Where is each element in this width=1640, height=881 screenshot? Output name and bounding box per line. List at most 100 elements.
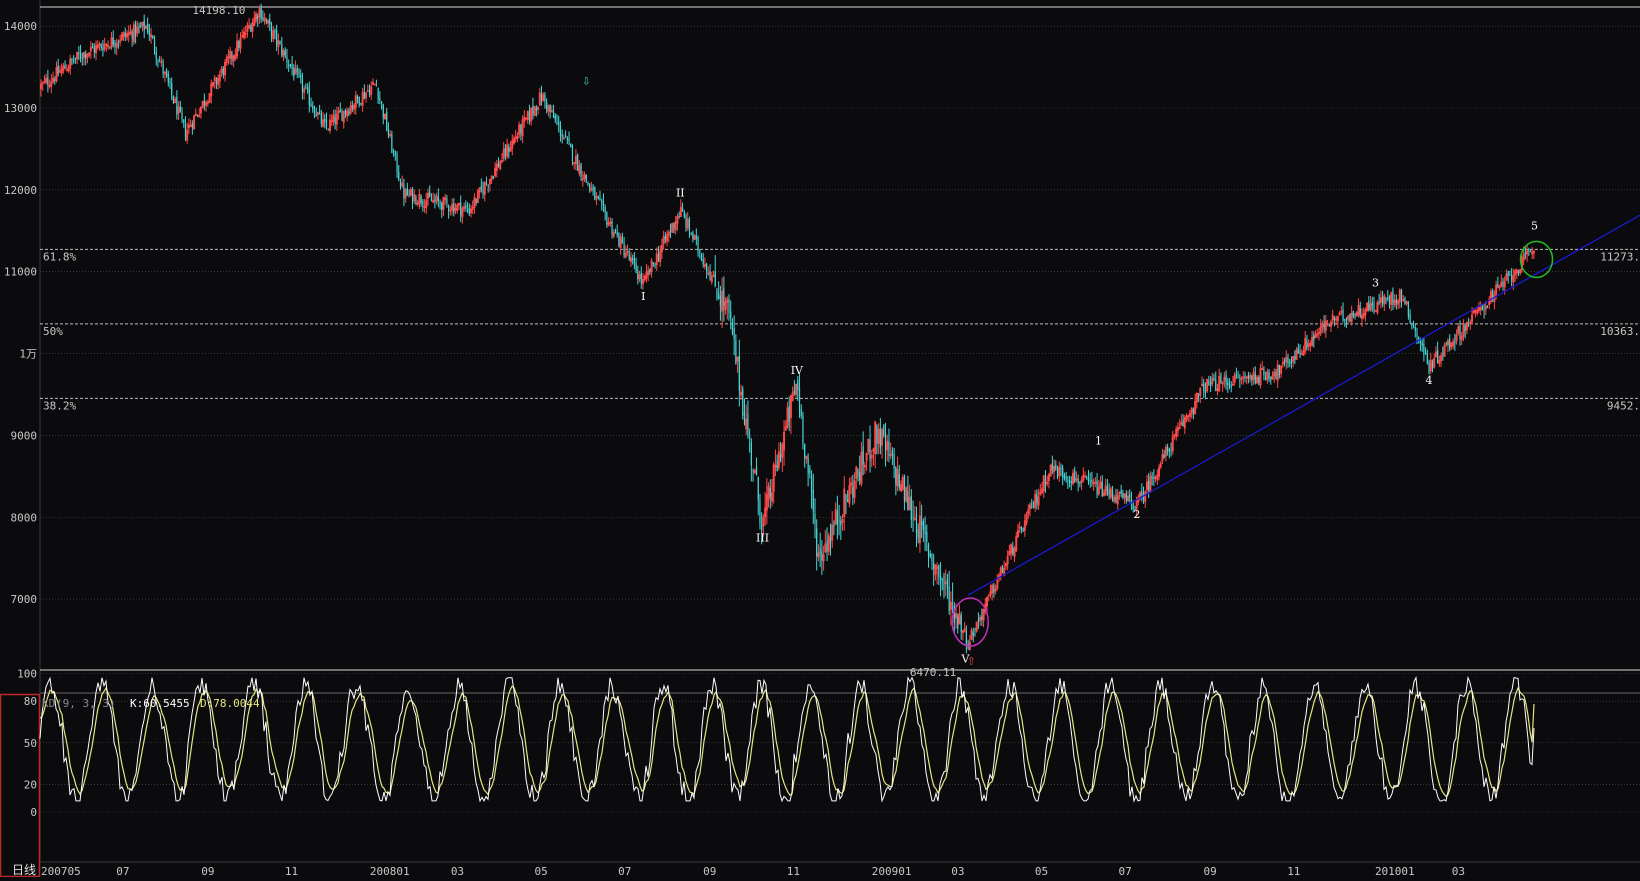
period-tab[interactable]: 日线 [12,863,36,877]
wave-label: II [676,186,685,199]
candle-body-down [382,104,384,118]
candle-body-down [1299,351,1301,356]
candle-body-down [165,70,168,77]
candle-body-down [1031,503,1033,505]
candle-body-down [1289,362,1291,364]
candle-body-down [73,60,75,62]
candle-body-down [1120,490,1122,494]
candle-body-down [528,112,531,121]
candle-body-down [633,257,635,264]
date-tick-label: 03 [1452,865,1465,877]
candle-body-down [699,251,701,253]
candle-body-down [1354,313,1356,317]
candle-body-down [339,109,341,113]
candle-body-down [131,32,133,40]
date-tick-label: 03 [951,865,964,877]
candle-body-down [487,185,489,187]
candle-body-down [497,162,500,168]
candle-body-down [415,196,417,204]
candle-body-down [1101,481,1103,497]
candle-body-down [876,424,878,444]
wave-label: 1 [1095,435,1102,448]
fib-level-value: 11273. [1600,250,1640,263]
candle-body-down [654,264,656,267]
candle-body-down [678,215,680,217]
candle-body-down [879,429,881,448]
candle-body-down [231,51,233,59]
candle-body-down [135,22,137,36]
candle-body-down [422,200,424,205]
candle-body-down [396,154,398,173]
candle-body-down [738,356,740,391]
candle-body-down [1421,342,1423,346]
candle-body-down [1306,340,1308,349]
candle-body-down [85,53,87,59]
candle-body-down [1215,379,1217,392]
candle-body-down [943,575,945,589]
candle-body-down [826,541,828,553]
candle-body-down [1275,372,1277,379]
candle-body-down [181,112,183,120]
candle-body-down [700,254,703,261]
candle-body-down [1108,490,1110,495]
candle-body-down [453,203,455,213]
candle-body-down [408,194,410,196]
fib-level-percent: 61.8% [43,250,76,263]
candle-body-down [368,91,371,96]
candle-body-down [706,263,708,272]
kd-tick-label: 20 [24,778,37,791]
candle-body-down [289,64,291,66]
candle-body-down [312,106,314,110]
candle-body-down [688,218,691,232]
candle-body-down [1153,476,1155,479]
candle-body-down [747,413,749,437]
candle-body-down [540,93,543,100]
candle-body-down [859,472,861,481]
candle-body-down [485,182,488,184]
candle-body-down [351,105,353,108]
candle-body-down [1468,324,1470,326]
candle-body-down [1497,283,1499,287]
candle-body-down [1258,377,1260,383]
candle-body-down [903,476,906,502]
candle-body-down [475,198,477,203]
candle-body-down [812,490,814,512]
candle-body-down [695,236,697,239]
candle-body-down [807,458,809,474]
candle-body-down [71,58,73,61]
candle-body-down [1022,528,1024,532]
candle-body-down [1423,343,1425,355]
candle-body-down [257,16,259,19]
candle-body-down [804,443,806,458]
candle-body-down [735,339,737,365]
candle-body-down [356,95,359,100]
kd-grid [40,673,1640,813]
candle-body-down [1228,383,1231,386]
candle-body-down [907,490,909,510]
candle-body-down [1086,477,1088,479]
candle-body-down [580,163,582,178]
candle-body-down [143,20,145,31]
date-tick-label: 200705 [41,865,81,877]
candle-body-down [162,63,164,74]
candle-body-down [430,198,433,201]
candle-body-down [1502,283,1504,286]
candle-body-down [377,88,379,100]
candle-body-down [742,389,744,416]
candle-body-down [946,579,949,588]
candle-body-down [606,212,608,225]
candle-body-down [1481,305,1483,311]
candle-body-down [1237,377,1239,379]
candle-body-down [1036,492,1038,504]
candle-body-down [504,147,506,157]
candle-body-down [664,236,666,240]
price-tick-label: 12000 [4,184,37,197]
candle-body-down [171,83,173,95]
candle-body-down [298,70,300,76]
candle-body-down [1254,374,1256,384]
candle-body-down [1168,449,1170,452]
candle-body-down [360,102,362,104]
date-tick-label: 05 [534,865,547,877]
candle-body-down [1251,375,1253,382]
candle-body-down [81,58,83,60]
